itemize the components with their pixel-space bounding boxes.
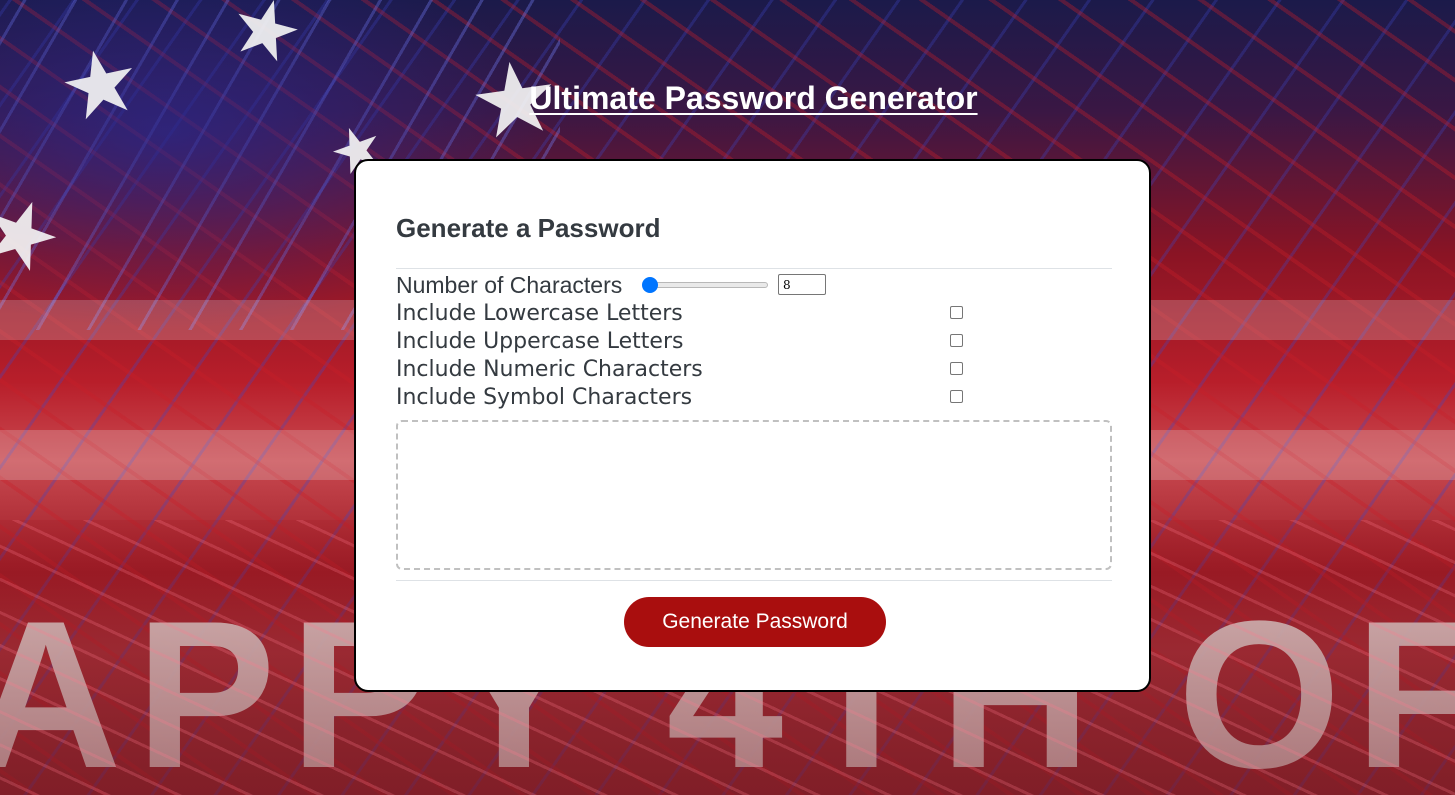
option-row-uppercase: Include Uppercase Letters xyxy=(396,327,996,355)
slider-track xyxy=(644,282,768,288)
footer-divider xyxy=(396,580,1112,581)
card-title: Generate a Password xyxy=(396,213,661,243)
header-divider xyxy=(396,268,1112,269)
page-title: Ultimate Password Generator xyxy=(529,80,978,116)
option-label: Include Lowercase Letters xyxy=(396,300,683,326)
length-slider[interactable] xyxy=(642,277,770,293)
symbol-checkbox[interactable] xyxy=(950,390,963,403)
length-row: Number of Characters xyxy=(396,271,896,299)
numeric-checkbox[interactable] xyxy=(950,362,963,375)
lowercase-checkbox[interactable] xyxy=(950,306,963,319)
uppercase-checkbox[interactable] xyxy=(950,334,963,347)
option-label: Include Uppercase Letters xyxy=(396,328,684,354)
option-label: Include Numeric Characters xyxy=(396,356,703,382)
option-label: Include Symbol Characters xyxy=(396,384,693,410)
password-output[interactable] xyxy=(396,420,1112,570)
length-input[interactable] xyxy=(778,274,826,295)
slider-thumb[interactable] xyxy=(642,277,658,293)
star-icon: ★ xyxy=(0,174,76,296)
password-generator-card: Generate a Password Number of Characters… xyxy=(354,159,1151,692)
card-header: Generate a Password xyxy=(396,211,1112,245)
length-label: Number of Characters xyxy=(396,271,623,298)
generate-password-button[interactable]: Generate Password xyxy=(624,597,886,647)
option-row-symbol: Include Symbol Characters xyxy=(396,383,996,411)
option-row-numeric: Include Numeric Characters xyxy=(396,355,996,383)
option-row-lowercase: Include Lowercase Letters xyxy=(396,299,996,327)
star-icon: ★ xyxy=(219,0,313,82)
